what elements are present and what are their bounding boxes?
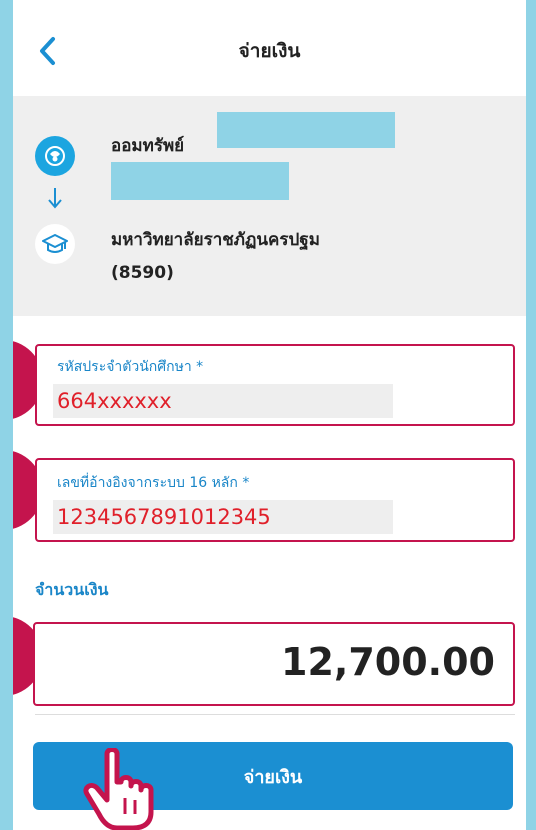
bank-logo-icon [35,136,75,176]
from-account-label: ออมทรัพย์ [111,136,185,156]
biller-code: (8590) [111,263,174,283]
redacted-account-number [217,112,395,148]
reference-number-field[interactable]: เลขที่อ้างอิงจากระบบ 16 หลัก * 123456789… [35,458,515,542]
hand-pointer-icon [83,748,154,830]
amount-label: จำนวนเงิน [35,580,109,599]
amount-value[interactable]: 12,700.00 [281,640,495,684]
arrow-down-icon [48,188,62,209]
student-id-value[interactable]: 664xxxxxx [53,384,393,418]
account-summary: ออมทรัพย์ มหาวิทยาลัยราชภัฏนครปฐม (8590) [13,96,526,316]
phone-screen: จ่ายเงิน ออมทรัพย์ มหาวิทยาลัยราชภัฏนครป [13,0,526,830]
reference-number-label: เลขที่อ้างอิงจากระบบ 16 หลัก * [57,475,250,491]
amount-input[interactable]: 12,700.00 [33,622,515,706]
pay-button-label: จ่ายเงิน [243,766,303,788]
biller-name: มหาวิทยาลัยราชภัฏนครปฐม (8590) [111,224,411,290]
student-id-label: รหัสประจำตัวนักศึกษา * [57,359,204,375]
divider [35,714,515,715]
page-title: จ่ายเงิน [238,40,301,62]
redacted-account-name [111,162,289,200]
student-id-field[interactable]: รหัสประจำตัวนักศึกษา * 664xxxxxx [35,344,515,426]
top-bar: จ่ายเงิน [13,0,526,96]
reference-number-value[interactable]: 1234567891012345 [53,500,393,534]
biller-name-text: มหาวิทยาลัยราชภัฏนครปฐม [111,230,320,250]
graduation-cap-icon [35,224,75,264]
